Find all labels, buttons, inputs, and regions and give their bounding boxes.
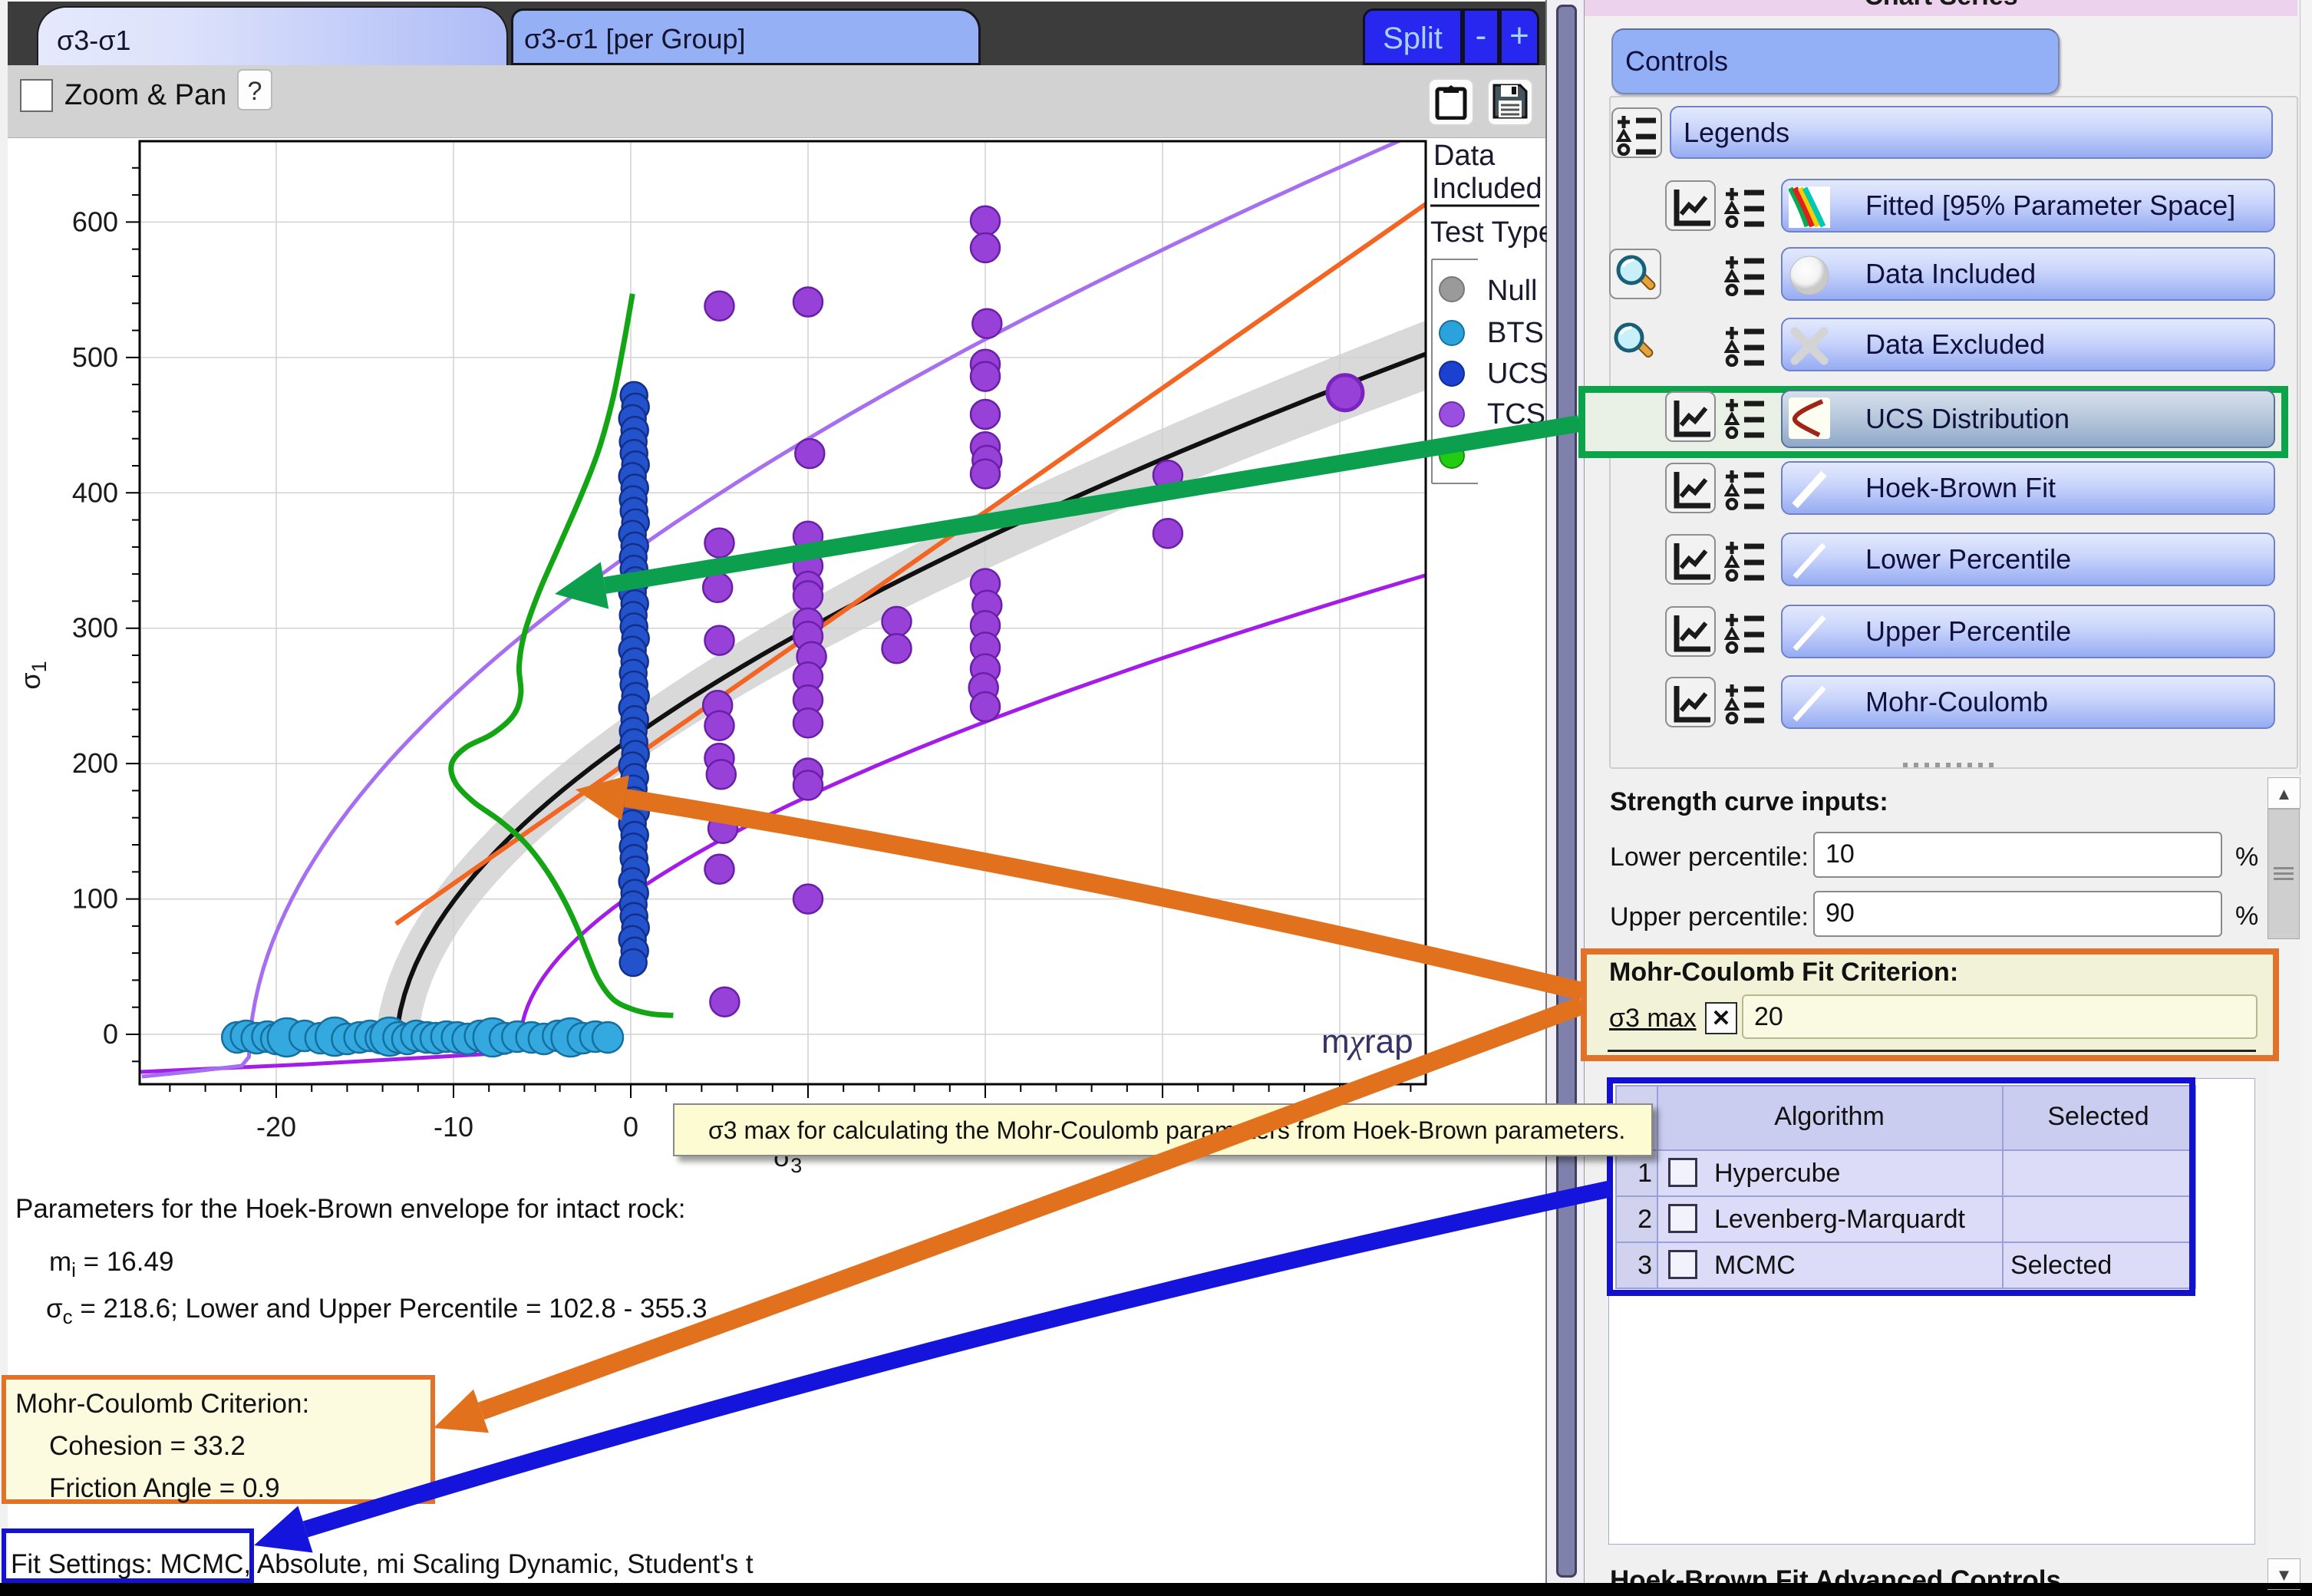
svg-text:0: 0: [623, 1111, 638, 1143]
svg-text:Test Type: Test Type: [1430, 216, 1555, 249]
svg-text:500: 500: [72, 341, 118, 373]
svg-text:0: 0: [103, 1018, 118, 1050]
svg-text:300: 300: [72, 612, 118, 644]
svg-text:100: 100: [72, 883, 118, 915]
svg-text:Data: Data: [1433, 140, 1496, 172]
svg-text:200: 200: [72, 747, 118, 779]
svg-text:UCS: UCS: [1487, 358, 1548, 390]
svg-text:-10: -10: [434, 1111, 473, 1143]
svg-text:mχrap: mχrap: [1321, 1023, 1413, 1060]
svg-text:Included: Included: [1432, 173, 1542, 205]
svg-text:600: 600: [72, 206, 118, 237]
svg-text:BTS: BTS: [1487, 317, 1544, 349]
svg-text:-20: -20: [256, 1111, 296, 1143]
svg-text:Null: Null: [1487, 275, 1537, 307]
svg-text:TCS: TCS: [1487, 398, 1545, 430]
svg-text:400: 400: [72, 476, 118, 508]
svg-text:σ1: σ1: [15, 661, 51, 689]
